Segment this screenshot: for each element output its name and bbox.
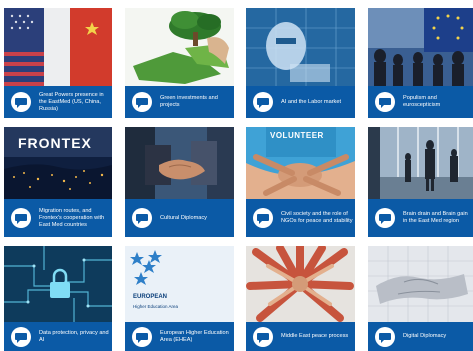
speech-bubble-icon — [10, 207, 32, 229]
topic-card-ai-labor[interactable]: AI and the Labor market — [246, 8, 355, 118]
speech-bubble-icon — [374, 91, 396, 113]
us-china-russia-flags-image — [4, 8, 112, 86]
topic-card-great-powers[interactable]: Great Powers presence in the EastMed (US… — [4, 8, 112, 118]
crowd-eu-flag-image — [368, 8, 473, 86]
card-caption-bar: Middle East peace process — [246, 322, 355, 351]
speech-bubble-icon — [374, 207, 396, 229]
frontex-image: FRONTEX — [4, 127, 112, 199]
ehea-logo-subtitle: Higher Education Area — [133, 304, 179, 309]
topic-card-civil-society[interactable]: VOLUNTEER Civil society and the role of … — [246, 127, 355, 237]
card-caption-bar: AI and the Labor market — [246, 86, 355, 118]
topic-card-middle-east-peace[interactable]: Middle East peace process — [246, 246, 355, 351]
card-caption: Green investments and projects — [160, 95, 218, 108]
hands-circle-image — [246, 246, 355, 322]
card-caption: Middle East peace process — [281, 333, 349, 339]
robot-ai-image — [246, 8, 355, 86]
handshake-image — [125, 127, 234, 199]
card-caption: Populism and euroscepticism — [403, 95, 441, 108]
frontex-logo-text: FRONTEX — [18, 135, 92, 151]
speech-bubble-icon — [10, 91, 32, 113]
topic-card-brain-drain[interactable]: Brain drain and Brain gain in the East M… — [368, 127, 473, 237]
card-caption-bar: Migration routes, and Frontex's cooperat… — [4, 199, 112, 237]
topic-card-migration[interactable]: FRONTEX Migration routes, and Frontex's … — [4, 127, 112, 237]
speech-bubble-icon — [131, 91, 153, 113]
airport-travellers-image — [368, 127, 473, 199]
topic-card-cultural-diplomacy[interactable]: Cultural Diplomacy — [125, 127, 234, 237]
card-caption: Cultural Diplomacy — [160, 214, 207, 221]
card-caption-bar: Green investments and projects — [125, 86, 234, 118]
digital-handshake-image — [368, 246, 473, 322]
card-caption-bar: Cultural Diplomacy — [125, 199, 234, 237]
topics-grid: Great Powers presence in the EastMed (US… — [0, 0, 473, 351]
circuit-lock-image — [4, 246, 112, 322]
card-caption: Data protection, privacy and AI — [39, 329, 109, 343]
card-caption: AI and the Labor market — [281, 98, 342, 105]
topic-card-digital-diplomacy[interactable]: Digital Diplomacy — [368, 246, 473, 351]
topic-card-green-investments[interactable]: Green investments and projects — [125, 8, 234, 118]
topic-card-data-protection[interactable]: Data protection, privacy and AI — [4, 246, 112, 351]
topic-card-populism[interactable]: Populism and euroscepticism — [368, 8, 473, 118]
card-caption: Brain drain and Brain gain in the East M… — [403, 211, 468, 224]
card-caption-bar: Populism and euroscepticism — [368, 86, 473, 118]
card-caption-bar: Brain drain and Brain gain in the East M… — [368, 199, 473, 237]
speech-bubble-icon — [252, 207, 274, 229]
card-caption: Migration routes, and Frontex's cooperat… — [39, 207, 105, 228]
volunteer-shirt-text: VOLUNTEER — [270, 131, 324, 140]
card-caption-bar: Data protection, privacy and AI — [4, 322, 112, 351]
card-caption: European Higher Education Area (EHEA) — [160, 329, 229, 343]
card-caption-bar: Great Powers presence in the EastMed (US… — [4, 86, 112, 118]
card-caption-bar: European Higher Education Area (EHEA) — [125, 322, 234, 351]
speech-bubble-icon — [374, 326, 396, 348]
card-caption: Digital Diplomacy — [403, 333, 447, 339]
topic-card-ehea[interactable]: EUROPEAN Higher Education Area European … — [125, 246, 234, 351]
speech-bubble-icon — [131, 326, 153, 348]
speech-bubble-icon — [10, 326, 32, 348]
speech-bubble-icon — [252, 91, 274, 113]
green-puzzle-image — [125, 8, 234, 86]
card-caption: Civil society and the role of NGOs for p… — [281, 211, 353, 224]
speech-bubble-icon — [131, 207, 153, 229]
ehea-logo-image: EUROPEAN Higher Education Area — [125, 246, 234, 322]
volunteer-hands-image: VOLUNTEER — [246, 127, 355, 199]
card-caption-bar: Digital Diplomacy — [368, 322, 473, 351]
speech-bubble-icon — [252, 326, 274, 348]
card-caption: Great Powers presence in the EastMed (US… — [39, 91, 104, 112]
card-caption-bar: Civil society and the role of NGOs for p… — [246, 199, 355, 237]
ehea-logo-title: EUROPEAN — [133, 294, 168, 300]
